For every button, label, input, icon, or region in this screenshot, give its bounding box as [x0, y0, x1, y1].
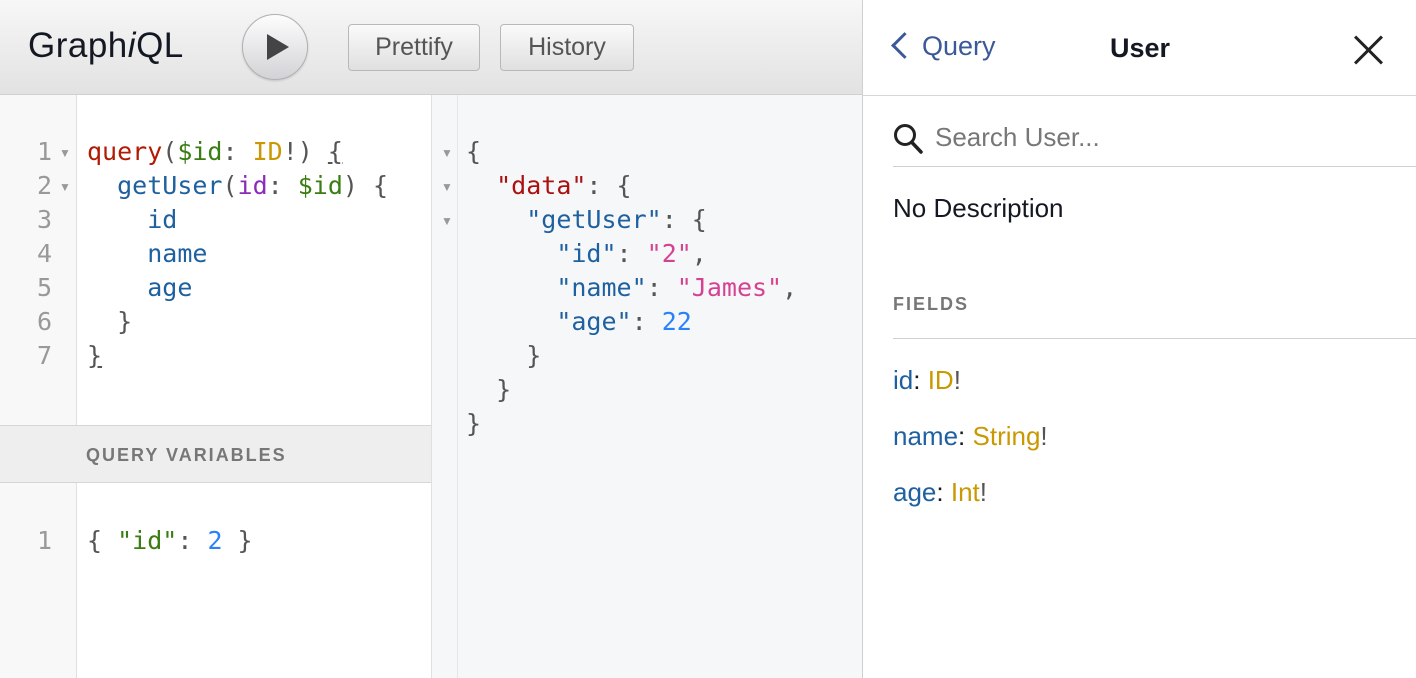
result-line: "age": 22: [556, 307, 692, 336]
line-number: 7: [36, 341, 52, 370]
query-variables-header[interactable]: QUERY VARIABLES: [0, 425, 431, 483]
field-name[interactable]: id: [893, 365, 913, 395]
line-number: 3: [36, 205, 52, 234]
result-line: {: [466, 137, 482, 166]
code-line: id: [147, 205, 178, 234]
close-icon[interactable]: [1353, 34, 1385, 66]
history-button[interactable]: History: [500, 24, 634, 71]
field-name[interactable]: age: [893, 477, 936, 507]
doc-explorer: Query User No Description FIELDS id: ID!…: [862, 0, 1416, 678]
doc-explorer-title: User: [1109, 33, 1171, 63]
fields-section-title: FIELDS: [893, 294, 970, 314]
fold-arrow-icon[interactable]: ▼: [59, 169, 71, 203]
graphiql-logo: GraphiQL: [28, 26, 184, 66]
result-line: "data": {: [496, 171, 632, 200]
execute-button[interactable]: [242, 14, 308, 80]
fields-section-header: FIELDS: [893, 280, 1416, 339]
prettify-button[interactable]: Prettify: [348, 24, 480, 71]
result-viewer: { "data": { "getUser": { "id": "2", "nam…: [458, 95, 862, 678]
field-item: id: ID!: [893, 365, 961, 395]
code-line: }: [117, 307, 133, 336]
fold-arrow-icon[interactable]: ▼: [441, 135, 453, 169]
toolbar: GraphiQL Prettify History: [0, 0, 862, 95]
query-editor[interactable]: 1 2 3 4 5 6 7 ▼ ▼ query($id: ID!) { getU…: [0, 95, 431, 425]
result-line: }: [526, 341, 542, 370]
variables-editor-gutter: [0, 483, 77, 678]
line-number: 4: [36, 239, 52, 268]
line-number: 1: [36, 137, 52, 166]
result-line: "getUser": {: [526, 205, 707, 234]
field-type-link[interactable]: ID: [928, 365, 954, 395]
field-item: name: String!: [893, 421, 1048, 451]
result-line: "name": "James",: [556, 273, 798, 302]
result-line: }: [496, 375, 512, 404]
field-type-link[interactable]: String: [973, 421, 1041, 451]
field-name[interactable]: name: [893, 421, 958, 451]
line-number: 2: [36, 171, 52, 200]
code-line: name: [147, 239, 208, 268]
doc-search: [893, 112, 1416, 167]
logo-text-prefix: Graph: [28, 26, 128, 65]
search-input[interactable]: [933, 116, 1407, 158]
logo-text-italic: i: [127, 26, 137, 65]
variables-editor[interactable]: 1 { "id": 2 }: [0, 483, 431, 678]
fold-arrow-icon[interactable]: ▼: [441, 203, 453, 237]
doc-explorer-header: Query User: [863, 0, 1416, 96]
code-line: query($id: ID!) {: [87, 137, 343, 166]
code-line: getUser(id: $id) {: [117, 171, 389, 200]
query-variables-title: QUERY VARIABLES: [86, 445, 287, 465]
search-icon: [894, 124, 923, 154]
line-number: 1: [36, 526, 52, 555]
field-item: age: Int!: [893, 477, 987, 507]
code-line: age: [147, 273, 193, 302]
fold-arrow-icon[interactable]: ▼: [59, 135, 71, 169]
play-icon: [267, 34, 289, 60]
fold-arrow-icon[interactable]: ▼: [441, 169, 453, 203]
line-number: 6: [36, 307, 52, 336]
logo-text-suffix: QL: [136, 26, 184, 65]
result-line: }: [466, 409, 482, 438]
code-line: { "id": 2 }: [87, 526, 253, 555]
type-description: No Description: [893, 193, 1064, 223]
result-line: "id": "2",: [556, 239, 707, 268]
code-line: }: [87, 341, 103, 370]
field-type-link[interactable]: Int: [951, 477, 980, 507]
line-number: 5: [36, 273, 52, 302]
